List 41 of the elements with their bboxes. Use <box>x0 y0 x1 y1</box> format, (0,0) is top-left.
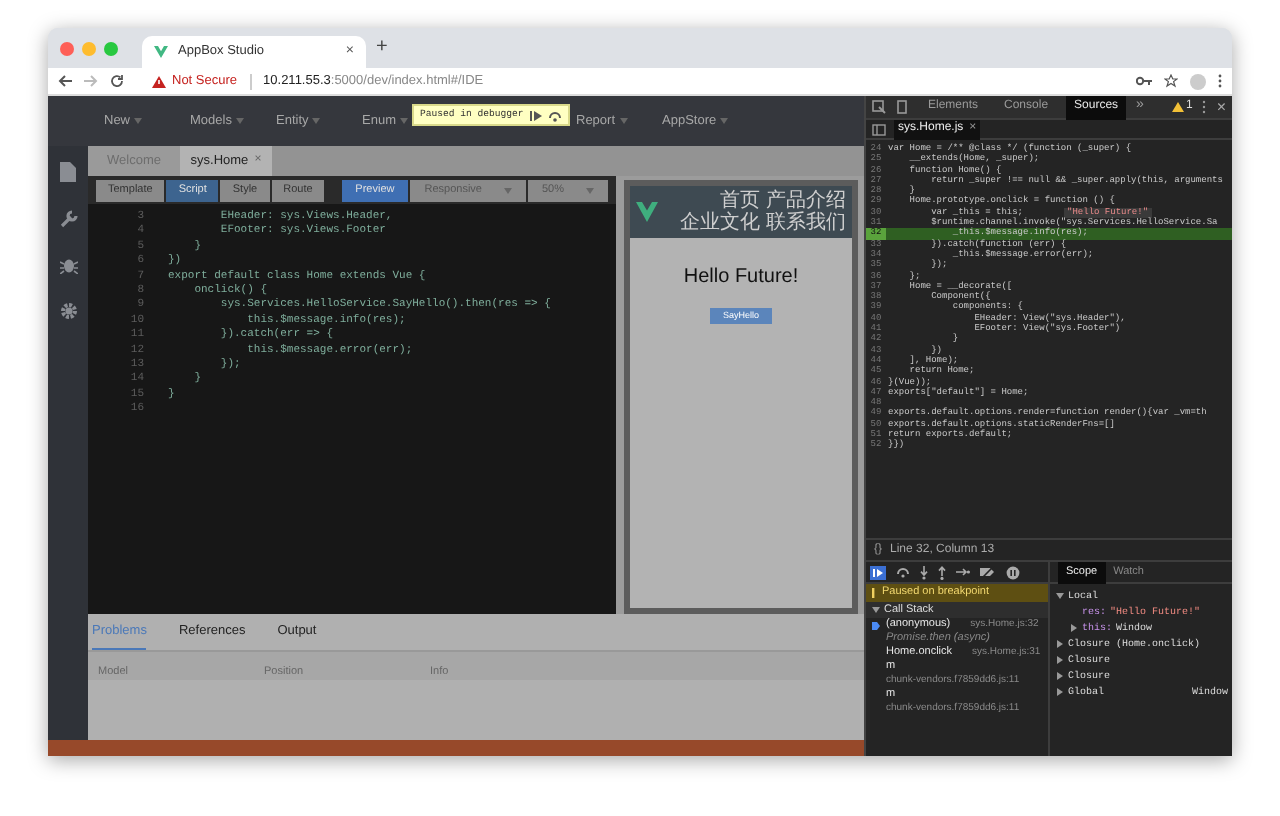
current-frame-arrow-icon <box>872 621 880 629</box>
preview-heading: Hello Future! <box>681 264 801 292</box>
settings-icon[interactable] <box>59 302 77 320</box>
preview-nav-link[interactable]: 企业文化 <box>680 212 760 234</box>
preview-nav-link[interactable]: 产品介绍 <box>766 190 846 212</box>
caret-icon <box>619 118 628 124</box>
caret-icon <box>399 118 408 124</box>
pause-on-exceptions-icon[interactable] <box>1006 565 1020 579</box>
file-icon[interactable] <box>60 162 76 182</box>
caret-icon <box>720 118 729 124</box>
preview-nav-link[interactable]: 联系我们 <box>766 212 846 234</box>
new-tab-button[interactable]: + <box>376 38 388 58</box>
reload-icon[interactable] <box>110 74 124 88</box>
warning-icon <box>1171 102 1184 112</box>
star-icon[interactable] <box>1164 74 1178 88</box>
deactivate-breakpoints-icon[interactable] <box>980 566 996 578</box>
close-devtools-button[interactable]: × <box>1216 99 1226 115</box>
device-icon[interactable] <box>896 100 910 114</box>
inspect-icon[interactable] <box>872 100 886 114</box>
step-over-icon[interactable] <box>547 109 562 121</box>
vue-logo-icon <box>636 202 658 222</box>
more-icon[interactable] <box>1202 100 1207 114</box>
resume-icon[interactable] <box>529 109 542 121</box>
preview-nav-link[interactable]: 首页 <box>720 190 760 212</box>
caret-icon <box>134 118 143 124</box>
vue-logo-icon <box>154 46 168 58</box>
caret-icon <box>235 118 244 124</box>
wrench-icon[interactable] <box>59 210 77 228</box>
expanded-triangle-icon <box>1056 592 1064 600</box>
back-icon[interactable] <box>58 74 72 88</box>
resume-icon[interactable] <box>870 565 886 579</box>
bug-icon[interactable] <box>59 256 77 274</box>
expanded-triangle-icon <box>872 606 880 614</box>
step-out-icon[interactable] <box>938 565 946 579</box>
key-icon[interactable] <box>1136 76 1152 86</box>
sidebar-toggle-icon[interactable] <box>872 123 886 135</box>
step-into-icon[interactable] <box>920 565 928 579</box>
step-icon[interactable] <box>956 568 970 576</box>
warning-icon <box>152 75 166 87</box>
step-over-icon[interactable] <box>896 566 910 578</box>
caret-icon <box>312 118 321 124</box>
